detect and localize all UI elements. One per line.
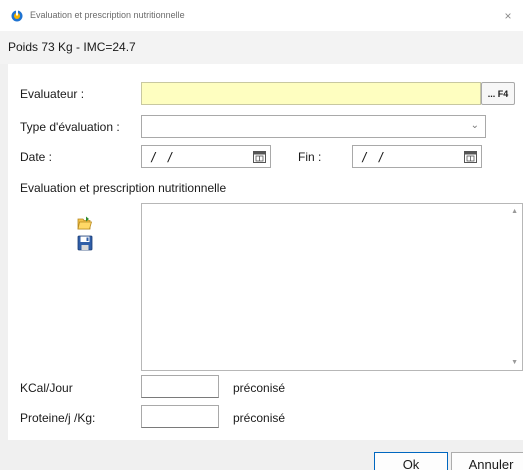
- window-title: Evaluation et prescription nutritionnell…: [30, 10, 185, 20]
- patient-header: Poids 73 Kg - IMC=24.7: [0, 31, 523, 64]
- save-disk-icon[interactable]: [77, 235, 93, 251]
- open-folder-icon[interactable]: [77, 215, 93, 231]
- type-evaluation-label: Type d'évaluation :: [20, 120, 120, 134]
- kcal-label: KCal/Jour: [20, 381, 73, 395]
- dialog-window: Evaluation et prescription nutritionnell…: [0, 0, 523, 470]
- section-label: Evaluation et prescription nutritionnell…: [20, 181, 227, 195]
- calendar-icon[interactable]: [464, 150, 477, 163]
- cancel-button[interactable]: Annuler: [451, 452, 523, 470]
- proteine-suffix: préconisé: [233, 411, 286, 425]
- kcal-input[interactable]: [141, 375, 219, 398]
- scroll-down-icon[interactable]: ▼: [511, 359, 518, 366]
- title-bar: Evaluation et prescription nutritionnell…: [0, 0, 523, 31]
- patient-weight-bmi: Poids 73 Kg - IMC=24.7: [8, 40, 136, 54]
- calendar-icon[interactable]: [253, 150, 266, 163]
- fin-date-value: / /: [361, 150, 386, 164]
- scroll-up-icon[interactable]: ▲: [511, 208, 518, 215]
- fin-date-field[interactable]: / /: [352, 145, 482, 168]
- prescription-textarea[interactable]: ▲ ▼: [141, 203, 523, 371]
- type-evaluation-select[interactable]: ⌄: [141, 115, 486, 138]
- kcal-suffix: préconisé: [233, 381, 286, 395]
- evaluateur-lookup-button[interactable]: ... F4: [481, 82, 515, 105]
- chevron-down-icon: ⌄: [470, 120, 479, 131]
- app-icon: [11, 10, 23, 22]
- close-icon: ×: [504, 8, 512, 23]
- fin-label: Fin :: [298, 150, 322, 164]
- proteine-label: Proteine/j /Kg:: [20, 411, 96, 425]
- date-value: / /: [150, 150, 175, 164]
- ok-button[interactable]: Ok: [374, 452, 448, 470]
- evaluateur-label: Evaluateur :: [20, 87, 85, 101]
- proteine-input[interactable]: [141, 405, 219, 428]
- close-button[interactable]: ×: [493, 0, 523, 31]
- evaluateur-input[interactable]: [141, 82, 481, 105]
- date-label: Date :: [20, 150, 53, 164]
- vertical-scrollbar[interactable]: ▲ ▼: [506, 204, 522, 370]
- date-field[interactable]: / /: [141, 145, 271, 168]
